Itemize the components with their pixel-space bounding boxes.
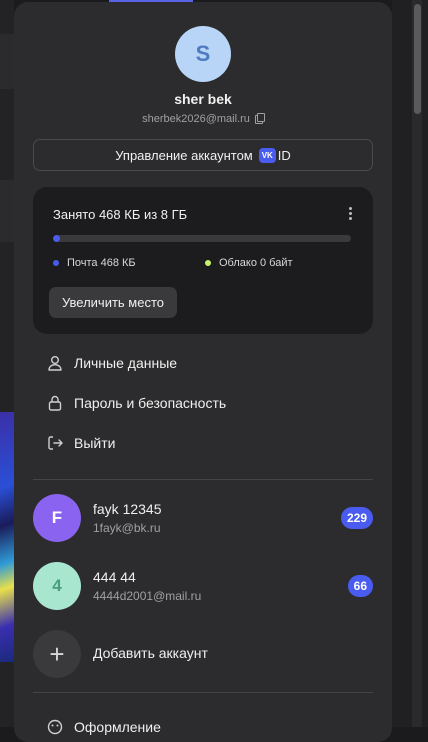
account-email: 1fayk@bk.ru bbox=[93, 521, 161, 535]
vk-logo-icon: VK bbox=[258, 147, 276, 163]
storage-progress-bar bbox=[53, 235, 351, 242]
logout-icon bbox=[46, 434, 64, 452]
menu-item-personal-data[interactable]: Личные данные bbox=[46, 352, 177, 374]
background-page bbox=[0, 0, 14, 727]
storage-progress-fill bbox=[53, 235, 61, 242]
cloud-usage-legend: Облако 0 байт bbox=[205, 257, 293, 269]
person-icon bbox=[46, 354, 64, 372]
avatar: 4 bbox=[33, 562, 81, 610]
avatar[interactable]: S bbox=[175, 26, 231, 82]
user-name: sher bek bbox=[174, 91, 232, 107]
manage-account-label: Управление аккаунтом bbox=[115, 147, 253, 163]
account-email: 4444d2001@mail.ru bbox=[93, 589, 202, 603]
more-options-icon[interactable] bbox=[349, 207, 353, 220]
account-name: 444 44 bbox=[93, 569, 136, 585]
mail-usage-legend: Почта 468 КБ bbox=[53, 257, 136, 269]
manage-account-button[interactable]: Управление аккаунтом VK ID bbox=[33, 139, 373, 171]
account-dropdown-panel: S sher bek sherbek2026@mail.ru Управлени… bbox=[14, 2, 392, 742]
vk-id-label: ID bbox=[277, 147, 291, 163]
storage-card: Занято 468 КБ из 8 ГБ Почта 468 КБ Облак… bbox=[33, 187, 373, 334]
copy-icon[interactable] bbox=[254, 113, 265, 124]
add-account-button[interactable]: + Добавить аккаунт bbox=[33, 630, 373, 678]
background-page-right bbox=[392, 0, 428, 727]
account-item-444[interactable]: 4 444 44 4444d2001@mail.ru 66 bbox=[33, 562, 373, 610]
unread-count-badge: 66 bbox=[347, 575, 373, 597]
account-name: fayk 12345 bbox=[93, 501, 162, 517]
divider bbox=[33, 692, 373, 693]
account-item-fayk[interactable]: F fayk 12345 1fayk@bk.ru 229 bbox=[33, 494, 373, 542]
lock-icon bbox=[46, 394, 64, 412]
avatar: F bbox=[33, 494, 81, 542]
add-account-label: Добавить аккаунт bbox=[93, 645, 208, 661]
menu-item-label: Личные данные bbox=[74, 355, 178, 371]
menu-item-label: Оформление bbox=[74, 719, 161, 735]
menu-item-label: Пароль и безопасность bbox=[74, 395, 227, 411]
unread-count-badge: 229 bbox=[340, 507, 373, 529]
menu-item-label: Выйти bbox=[74, 435, 116, 451]
plus-icon: + bbox=[33, 630, 81, 678]
user-email: sherbek2026@mail.ru bbox=[142, 113, 250, 125]
increase-storage-button[interactable]: Увеличить место bbox=[49, 287, 178, 318]
menu-item-appearance[interactable]: Оформление bbox=[46, 716, 161, 738]
mail-usage-label: Почта 468 КБ bbox=[67, 257, 136, 269]
scrollbar-thumb[interactable] bbox=[414, 4, 421, 114]
cloud-usage-label: Облако 0 байт bbox=[219, 257, 293, 269]
user-email-row: sherbek2026@mail.ru bbox=[14, 113, 392, 125]
mail-dot-icon bbox=[53, 260, 59, 266]
background-banner-image bbox=[0, 412, 14, 662]
divider bbox=[33, 479, 373, 480]
menu-item-logout[interactable]: Выйти bbox=[46, 432, 115, 454]
cloud-dot-icon bbox=[205, 260, 211, 266]
menu-item-security[interactable]: Пароль и безопасность bbox=[46, 392, 226, 414]
theme-icon bbox=[46, 718, 64, 736]
storage-title: Занято 468 КБ из 8 ГБ bbox=[53, 207, 188, 222]
